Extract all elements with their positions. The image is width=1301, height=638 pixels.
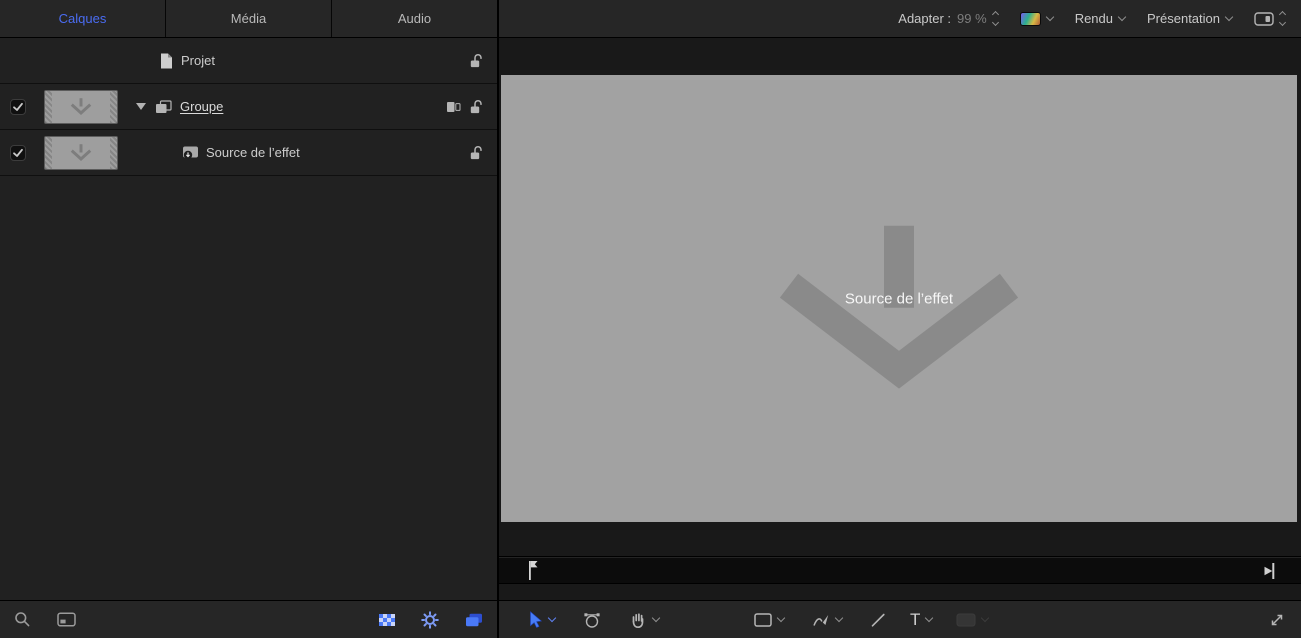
- layer-thumbnail[interactable]: [44, 136, 118, 170]
- display-icon: [1254, 12, 1274, 26]
- chevron-down-icon: [652, 613, 660, 621]
- layers-icon[interactable]: [465, 613, 483, 627]
- row-label-source: Source de l’effet: [206, 145, 300, 160]
- text-tool[interactable]: T: [910, 611, 932, 628]
- thumbnail-arrow-icon: [69, 143, 93, 162]
- tab-audio[interactable]: Audio: [332, 0, 497, 37]
- render-menu[interactable]: Rendu: [1075, 11, 1125, 26]
- image-well-icon: [956, 613, 976, 627]
- mini-timeline-track[interactable]: [499, 556, 1301, 584]
- chevron-down-icon: [1118, 12, 1126, 20]
- unlock-icon[interactable]: [470, 145, 483, 160]
- layers-list: Projet: [0, 38, 497, 600]
- color-swatch-icon: [1020, 12, 1041, 26]
- pan-tool[interactable]: [629, 611, 659, 629]
- hand-icon: [629, 611, 647, 629]
- render-label: Rendu: [1075, 11, 1113, 26]
- thumbnails-toggle-icon[interactable]: [57, 612, 76, 627]
- layers-panel-bottombar: [0, 600, 497, 638]
- playhead-marker-icon[interactable]: [527, 560, 539, 581]
- row-source-effet[interactable]: Source de l’effet: [0, 130, 497, 176]
- viewer-area: Source de l’effet: [499, 38, 1301, 600]
- unlock-icon[interactable]: [470, 53, 483, 68]
- search-icon[interactable]: [14, 611, 31, 628]
- chevron-down-icon: [548, 613, 556, 621]
- view-menu[interactable]: Présentation: [1147, 11, 1232, 26]
- thumbnail-arrow-icon: [69, 97, 93, 116]
- row-label-projet: Projet: [181, 53, 215, 68]
- group-2d-indicator-icon[interactable]: [446, 101, 461, 113]
- tab-media[interactable]: Média: [166, 0, 332, 37]
- zoom-label: Adapter :: [898, 11, 951, 26]
- row-groupe[interactable]: Groupe: [0, 84, 497, 130]
- end-marker-icon[interactable]: [1263, 563, 1275, 579]
- effect-source-icon: [182, 145, 199, 160]
- group-icon: [155, 100, 172, 114]
- text-tool-glyph: T: [910, 611, 920, 628]
- rectangle-icon: [754, 613, 772, 627]
- cursor-arrow-icon: [529, 611, 543, 628]
- fullscreen-button[interactable]: [1269, 612, 1285, 628]
- zoom-stepper[interactable]: [993, 12, 998, 25]
- line-icon: [870, 612, 886, 628]
- viewer-panel: Adapter : 99 % Rendu Présentation: [499, 0, 1301, 638]
- select-tool[interactable]: [529, 611, 555, 628]
- project-file-icon: [160, 53, 173, 69]
- viewer-toolbar: Adapter : 99 % Rendu Présentation: [499, 0, 1301, 38]
- edit-points-tool[interactable]: [583, 611, 601, 629]
- canvas[interactable]: Source de l’effet: [501, 75, 1297, 522]
- transparency-checkerboard-icon[interactable]: [379, 614, 395, 626]
- zoom-fit-control[interactable]: Adapter : 99 %: [898, 11, 997, 26]
- zoom-value: 99 %: [957, 11, 987, 26]
- layer-thumbnail[interactable]: [44, 90, 118, 124]
- unlock-icon[interactable]: [470, 99, 483, 114]
- line-tool[interactable]: [870, 612, 886, 628]
- chevron-down-icon: [1225, 12, 1233, 20]
- view-label: Présentation: [1147, 11, 1220, 26]
- chevron-down-icon: [1045, 12, 1053, 20]
- image-mask-tool[interactable]: [956, 613, 988, 627]
- visibility-checkbox[interactable]: [10, 99, 26, 115]
- paint-stroke-tool[interactable]: [812, 612, 842, 628]
- channels-swatch-control[interactable]: [1020, 12, 1053, 26]
- row-projet[interactable]: Projet: [0, 38, 497, 84]
- tab-calques[interactable]: Calques: [0, 0, 166, 37]
- canvas-toolbar: T: [499, 600, 1301, 638]
- disclosure-triangle-icon[interactable]: [136, 103, 146, 110]
- placeholder-label: Source de l’effet: [845, 290, 953, 307]
- paint-stroke-icon: [812, 612, 830, 628]
- panel-tabbar: Calques Média Audio: [0, 0, 497, 38]
- chevron-down-icon: [925, 613, 933, 621]
- expand-diagonal-icon: [1269, 612, 1285, 628]
- layers-panel: Calques Média Audio Projet: [0, 0, 499, 638]
- visibility-checkbox[interactable]: [10, 145, 26, 161]
- gear-icon[interactable]: [421, 611, 439, 629]
- display-layout-control[interactable]: [1254, 12, 1285, 26]
- motion-window: Calques Média Audio Projet: [0, 0, 1301, 638]
- bezier-circle-icon: [583, 611, 601, 629]
- chevron-down-icon: [777, 613, 785, 621]
- display-stepper[interactable]: [1280, 12, 1285, 25]
- shape-tool[interactable]: [754, 613, 784, 627]
- chevron-down-icon: [835, 613, 843, 621]
- row-label-groupe: Groupe: [180, 99, 223, 114]
- chevron-down-icon: [981, 613, 989, 621]
